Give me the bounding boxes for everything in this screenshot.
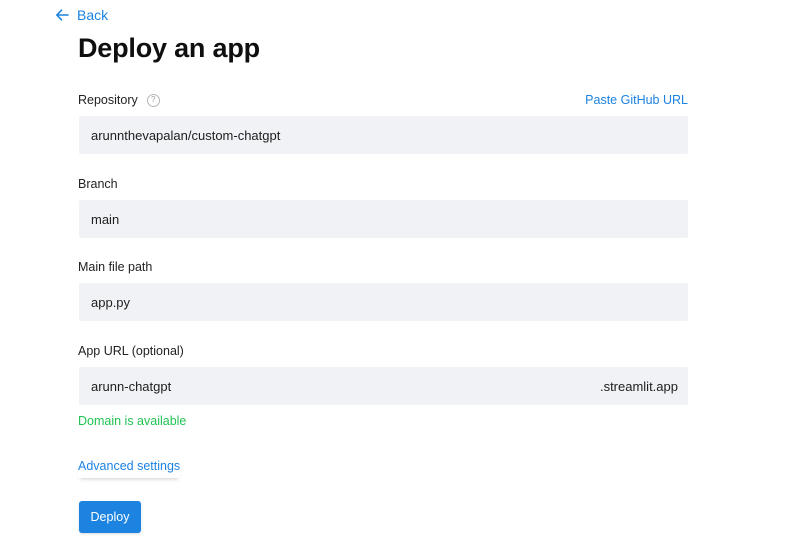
domain-status-message: Domain is available xyxy=(78,414,187,428)
branch-label: Branch xyxy=(78,176,118,192)
branch-value: main xyxy=(91,211,120,227)
branch-label-text: Branch xyxy=(78,177,118,191)
question-circle-icon[interactable]: ? xyxy=(146,93,160,107)
branch-input[interactable]: main xyxy=(79,200,688,238)
advanced-settings-link[interactable]: Advanced settings xyxy=(78,458,180,478)
app-url-label: App URL (optional) xyxy=(78,343,184,359)
app-url-value: arunn-chatgpt xyxy=(91,378,172,394)
arrow-left-icon xyxy=(56,9,69,21)
app-url-suffix: .streamlit.app xyxy=(599,378,678,394)
back-link[interactable]: Back xyxy=(55,5,108,25)
repository-input[interactable]: arunnthevapalan/custom-chatgpt xyxy=(79,116,688,154)
main-file-path-input[interactable]: app.py xyxy=(79,283,688,321)
back-label: Back xyxy=(77,7,109,23)
main-file-path-label-text: Main file path xyxy=(78,260,153,274)
page-title: Deploy an app xyxy=(78,33,260,63)
repository-label-row: Repository ? xyxy=(78,92,160,108)
repository-label: Repository xyxy=(78,93,138,107)
main-file-path-value: app.py xyxy=(91,294,131,310)
paste-github-url-link[interactable]: Paste GitHub URL xyxy=(585,92,688,108)
app-url-label-text: App URL (optional) xyxy=(78,344,184,358)
repository-value: arunnthevapalan/custom-chatgpt xyxy=(91,127,281,143)
deploy-button[interactable]: Deploy xyxy=(79,501,141,533)
app-url-input[interactable]: arunn-chatgpt .streamlit.app xyxy=(79,367,688,405)
main-file-path-label: Main file path xyxy=(78,259,152,275)
